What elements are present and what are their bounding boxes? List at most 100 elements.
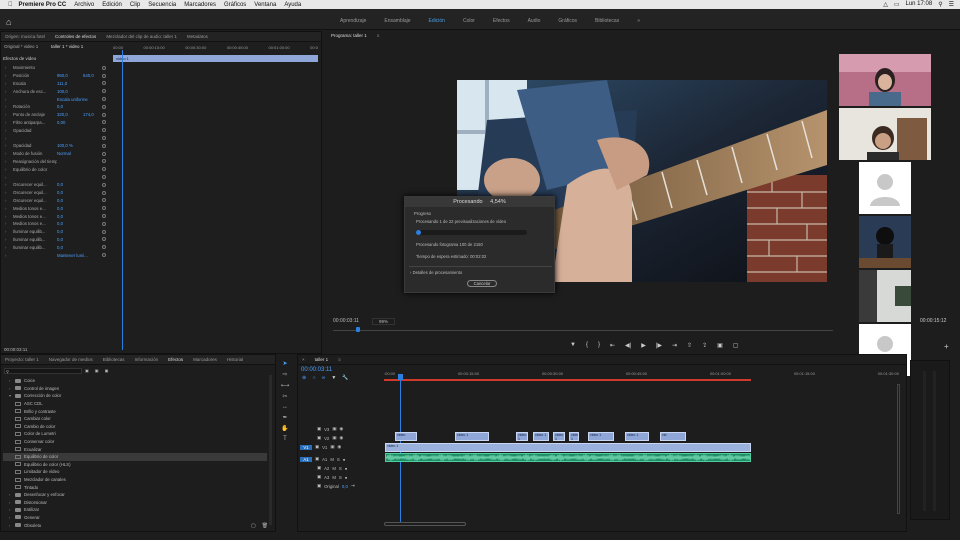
chevron-right-icon[interactable]: ›	[5, 182, 13, 187]
chevron-right-icon[interactable]: ›	[5, 167, 13, 172]
zoom-select[interactable]: 99%	[372, 318, 396, 325]
ws-tab-edicion[interactable]: Edición	[429, 18, 445, 24]
effects-search-input[interactable]: ⚲	[4, 368, 82, 374]
32bit-effects-icon[interactable]: ▣	[95, 368, 99, 373]
tab-project[interactable]: Proyecto: taller 1	[5, 357, 39, 362]
ec-property-value[interactable]: 0,0	[57, 245, 83, 250]
ec-property-value[interactable]: 0,0	[57, 182, 83, 187]
hand-tool-icon[interactable]: ✋	[281, 425, 288, 432]
ec-property-value[interactable]: 100,0 %	[57, 143, 83, 148]
reset-icon[interactable]	[102, 214, 106, 219]
ec-property-row[interactable]: › Oscurecer equil... 0,0	[5, 189, 111, 197]
chevron-right-icon[interactable]: ›	[5, 245, 13, 250]
ec-property-value[interactable]: 0,0	[57, 206, 83, 211]
apple-icon[interactable]: 	[8, 2, 13, 8]
ws-tab-color[interactable]: Color	[463, 18, 475, 24]
ec-property-row[interactable]: › Escala uniforme	[5, 95, 111, 103]
a1-clip[interactable]	[385, 453, 752, 462]
effects-item[interactable]: Brillo y contraste	[3, 407, 267, 415]
ec-clip-bar[interactable]: video 1	[113, 55, 318, 62]
ec-property-value[interactable]: 111,0	[57, 81, 83, 86]
sequence-selector[interactable]: taller 1 * video 1	[51, 44, 83, 49]
ec-property-row[interactable]: ›	[5, 173, 111, 181]
ec-property-row[interactable]: › Oscurecer equil... 0,0	[5, 197, 111, 205]
effects-item[interactable]: ASC CDL	[3, 400, 267, 408]
tab-metadata[interactable]: Metadatos	[187, 34, 208, 39]
participant-video-2[interactable]	[839, 108, 931, 160]
ec-property-row[interactable]: › Opacidad	[5, 126, 111, 134]
lock-icon[interactable]: ▣	[317, 435, 321, 441]
effects-item[interactable]: Mezclador de canales	[3, 476, 267, 484]
menu-clip[interactable]: Clip	[130, 2, 140, 8]
go-to-out-icon[interactable]: ⇥	[672, 342, 677, 349]
ec-property-value[interactable]: 0,0	[57, 104, 83, 109]
tab-audio-clip-mixer[interactable]: Mezclador del clip de audio: taller 1	[106, 34, 177, 39]
go-to-end-icon[interactable]: ⇥	[351, 483, 355, 489]
v2-clip[interactable]: video	[395, 432, 417, 441]
chevron-right-icon[interactable]: ›	[5, 112, 13, 117]
tab-info[interactable]: Información	[135, 357, 159, 362]
participant-video-4[interactable]	[859, 216, 911, 268]
ec-ruler[interactable]: 00:00 00:00:15:00 00:00:30:00 00:00:45:0…	[113, 45, 318, 50]
participant-video-5[interactable]	[859, 270, 911, 322]
effects-item[interactable]: Color de Lumetri	[3, 430, 267, 438]
reset-icon[interactable]	[102, 65, 106, 70]
ec-property-row[interactable]: › Punto de anclaje 320,0 174,0	[5, 111, 111, 119]
ws-tab-aprendizaje[interactable]: Aprendizaje	[340, 18, 366, 24]
effects-folder[interactable]: › Control de imagen	[3, 385, 267, 393]
master-volume[interactable]: 0,0	[342, 484, 348, 489]
reset-icon[interactable]	[102, 245, 106, 250]
track-header-master[interactable]: ▣ Original 0,0 ⇥	[300, 482, 382, 490]
menu-secuencia[interactable]: Secuencia	[148, 2, 176, 8]
go-to-in-icon[interactable]: ⇤	[610, 342, 615, 349]
ec-property-value[interactable]: 0,0	[57, 214, 83, 219]
mark-out-icon[interactable]: }	[598, 342, 600, 349]
ec-property-row[interactable]: › Escala 111,0	[5, 80, 111, 88]
eye-icon[interactable]: ◉	[337, 444, 341, 450]
eye-icon[interactable]: ◉	[339, 426, 343, 432]
new-bin-icon[interactable]: ▢	[251, 523, 256, 529]
ec-property-row[interactable]: › Filtro antiparpa... 0,00	[5, 119, 111, 127]
ws-tab-ensamblaje[interactable]: Ensamblaje	[384, 18, 410, 24]
reset-icon[interactable]	[102, 104, 106, 109]
eye-icon[interactable]: ◉	[339, 435, 343, 441]
ec-property-value[interactable]: 320,0	[57, 112, 83, 117]
v2-clip[interactable]: video 1	[588, 432, 614, 441]
lock-icon[interactable]: ▣	[317, 483, 321, 489]
add-marker-icon[interactable]: ▼	[331, 375, 336, 381]
tab-media-browser[interactable]: Navegador de medios	[49, 357, 93, 362]
ec-property-row[interactable]: › Medios tonos e... 0,0	[5, 212, 111, 220]
participant-video-1[interactable]	[839, 54, 931, 106]
sync-icon[interactable]: ▣	[332, 426, 336, 432]
mic-icon[interactable]: ●	[345, 475, 348, 480]
chevron-right-icon[interactable]: ›	[5, 221, 13, 226]
mic-icon[interactable]: ●	[345, 466, 348, 471]
reset-icon[interactable]	[102, 128, 106, 133]
source-patch-v1[interactable]: V1	[300, 444, 312, 450]
wrench-icon[interactable]: 🔧	[342, 375, 348, 381]
razor-tool-icon[interactable]: ✂	[282, 393, 287, 400]
selection-tool-icon[interactable]: ➤	[282, 360, 287, 367]
tab-markers[interactable]: Marcadores	[193, 357, 217, 362]
ec-property-value[interactable]: Mantener lumi...	[57, 253, 88, 258]
effects-item[interactable]: Limitador de vídeo	[3, 468, 267, 476]
effects-folder[interactable]: › Distorsionar	[3, 499, 267, 507]
chevron-right-icon[interactable]: ›	[5, 206, 13, 211]
effects-folder[interactable]: ▾ Corrección de color	[3, 392, 267, 400]
lock-icon[interactable]: ▣	[315, 444, 319, 450]
track-header-a1[interactable]: A1 ▣ A1 M S ●	[300, 455, 382, 463]
linked-selection-icon[interactable]: ∞	[322, 375, 326, 381]
chevron-right-icon[interactable]: ›	[5, 81, 13, 86]
chevron-right-icon[interactable]: ›	[5, 73, 13, 78]
chevron-right-icon[interactable]: ›	[5, 190, 13, 195]
lock-icon[interactable]: ▣	[317, 474, 321, 480]
tab-source[interactable]: Origen: musica.fotel	[5, 34, 45, 39]
type-tool-icon[interactable]: T	[283, 436, 287, 442]
accelerated-effects-icon[interactable]: ▣	[85, 368, 89, 373]
reset-icon[interactable]	[102, 237, 106, 242]
tab-program[interactable]: Programa: taller 1	[331, 33, 367, 38]
menu-marcadores[interactable]: Marcadores	[184, 2, 216, 8]
effects-scrollbar[interactable]	[269, 375, 272, 525]
reset-icon[interactable]	[102, 143, 106, 148]
mute-button[interactable]: M	[332, 475, 336, 480]
